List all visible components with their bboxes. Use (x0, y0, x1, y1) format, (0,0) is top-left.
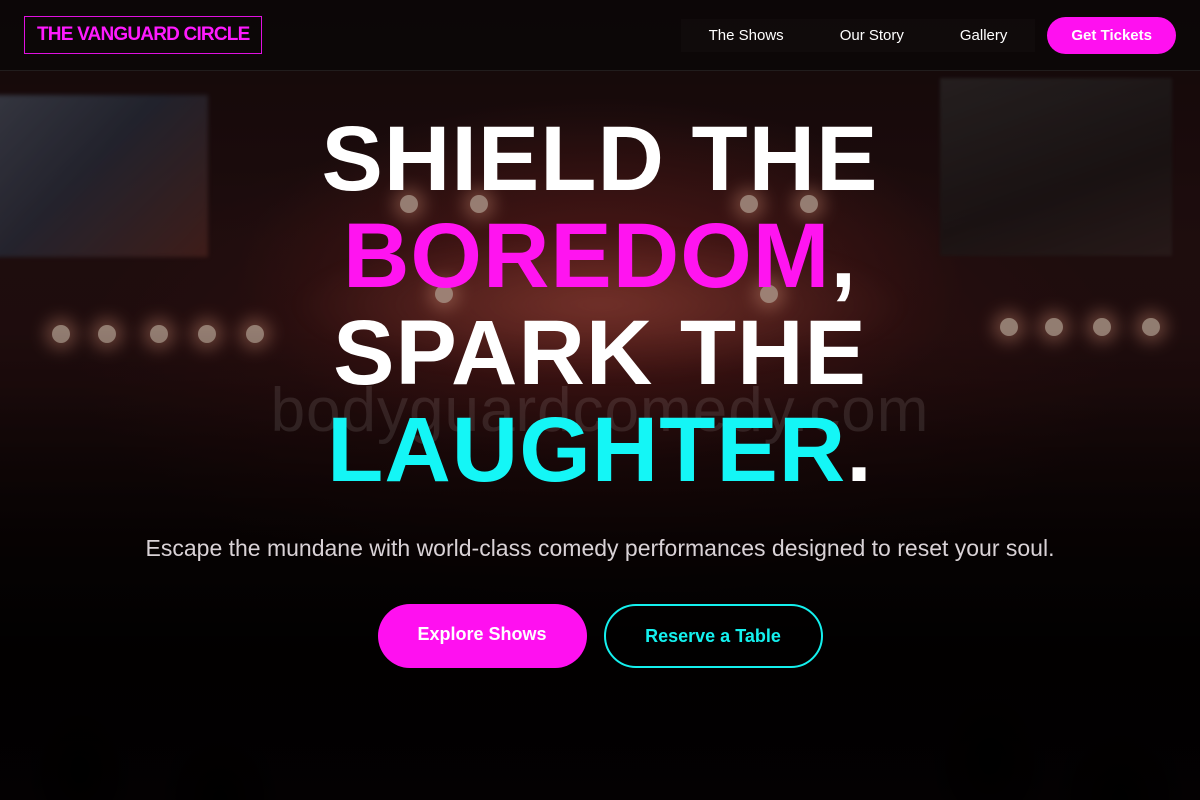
nav-link-the-shows[interactable]: The Shows (681, 19, 812, 52)
headline-highlight-laughter: LAUGHTER (327, 399, 847, 501)
nav-link-our-story[interactable]: Our Story (812, 19, 932, 52)
hero-cta-row: Explore Shows Reserve a Table (0, 604, 1200, 668)
reserve-table-button[interactable]: Reserve a Table (603, 604, 823, 668)
hero-section: SHIELD THE BOREDOM, SPARK THE LAUGHTER. … (0, 111, 1200, 668)
site-header: THE VANGUARD CIRCLE The Shows Our Story … (0, 0, 1200, 71)
headline-line-4: LAUGHTER. (0, 402, 1200, 499)
hero-headline: SHIELD THE BOREDOM, SPARK THE LAUGHTER. (0, 111, 1200, 499)
hero-subtitle: Escape the mundane with world-class come… (145, 535, 1055, 561)
headline-highlight-boredom: BOREDOM (342, 205, 831, 307)
get-tickets-button[interactable]: Get Tickets (1047, 16, 1176, 54)
headline-period: . (846, 399, 873, 501)
headline-line-3: SPARK THE (333, 302, 867, 404)
main-nav: The Shows Our Story Gallery Get Tickets (681, 16, 1176, 54)
headline-line-1: SHIELD THE (321, 108, 879, 210)
nav-link-gallery[interactable]: Gallery (932, 19, 1036, 52)
headline-comma: , (830, 205, 857, 307)
explore-shows-button[interactable]: Explore Shows (377, 604, 587, 668)
brand-logo[interactable]: THE VANGUARD CIRCLE (24, 16, 263, 54)
headline-line-2: BOREDOM, (0, 208, 1200, 305)
